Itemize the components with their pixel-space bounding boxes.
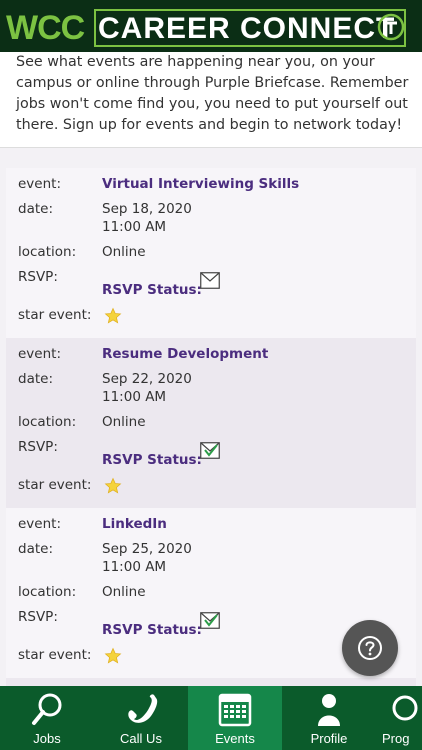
event-location: Online (102, 244, 146, 260)
tab-label: Call Us (120, 731, 162, 746)
intro-panel: See what events are happening near you, … (0, 52, 422, 148)
rsvp-label: RSVP: (18, 439, 58, 455)
event-time: 11:00 AM (102, 219, 167, 235)
calendar-icon (218, 693, 252, 727)
event-time: 11:00 AM (102, 389, 167, 405)
event-date: Sep 18, 2020 (102, 201, 192, 217)
app-header: WCC CAREER CONNECT (0, 0, 422, 56)
brand-short: WCC (6, 9, 85, 47)
date-label: date: (18, 201, 53, 217)
star-event-label: star event: (18, 647, 92, 663)
date-label: date: (18, 371, 53, 387)
tab-events[interactable]: Events (188, 686, 282, 750)
event-location: Online (102, 414, 146, 430)
rsvp-label: RSVP: (18, 269, 58, 285)
event-card[interactable]: event: Resume Development date: Sep 22, … (6, 338, 416, 508)
event-title[interactable]: Resume Development (102, 346, 268, 362)
logo-icon (377, 13, 405, 41)
location-label: location: (18, 584, 77, 600)
rsvp-status-label: RSVP Status: (102, 452, 202, 468)
location-label: location: (18, 414, 77, 430)
envelope-check-icon[interactable] (200, 612, 220, 629)
event-label: event: (18, 516, 61, 532)
event-location: Online (102, 584, 146, 600)
tab-profile[interactable]: Profile (282, 686, 376, 750)
star-icon[interactable] (104, 647, 122, 665)
event-list: event: Virtual Interviewing Skills date:… (6, 168, 416, 698)
intro-text: See what events are happening near you, … (16, 54, 409, 133)
envelope-icon[interactable] (200, 272, 220, 289)
tab-label: Jobs (33, 731, 61, 746)
rsvp-status-label: RSVP Status: (102, 622, 202, 638)
event-date: Sep 25, 2020 (102, 541, 192, 557)
envelope-check-icon[interactable] (200, 442, 220, 459)
event-title[interactable]: LinkedIn (102, 516, 167, 532)
person-icon (318, 694, 340, 726)
star-icon[interactable] (104, 477, 122, 495)
rsvp-status-label: RSVP Status: (102, 282, 202, 298)
star-event-label: star event: (18, 477, 92, 493)
tab-label: Events (215, 731, 255, 746)
tab-program[interactable]: Prog (376, 686, 422, 750)
rsvp-label: RSVP: (18, 609, 58, 625)
phone-icon (128, 694, 158, 723)
help-button[interactable] (342, 620, 398, 676)
event-date: Sep 22, 2020 (102, 371, 192, 387)
event-card[interactable]: event: Virtual Interviewing Skills date:… (6, 168, 416, 338)
event-label: event: (18, 176, 61, 192)
search-icon (32, 693, 62, 725)
date-label: date: (18, 541, 53, 557)
question-icon (358, 636, 382, 660)
tab-call-us[interactable]: Call Us (94, 686, 188, 750)
event-time: 11:00 AM (102, 559, 167, 575)
bottom-tab-bar: Jobs Call Us Events Profile Prog (0, 686, 422, 750)
event-title[interactable]: Virtual Interviewing Skills (102, 176, 299, 192)
location-label: location: (18, 244, 77, 260)
star-event-label: star event: (18, 307, 92, 323)
star-icon[interactable] (104, 307, 122, 325)
tab-jobs[interactable]: Jobs (0, 686, 94, 750)
brand-name: CAREER CONNECT (98, 12, 396, 45)
event-label: event: (18, 346, 61, 362)
tab-label: Prog (382, 731, 410, 746)
tab-label: Profile (310, 731, 348, 746)
program-icon (392, 695, 418, 721)
